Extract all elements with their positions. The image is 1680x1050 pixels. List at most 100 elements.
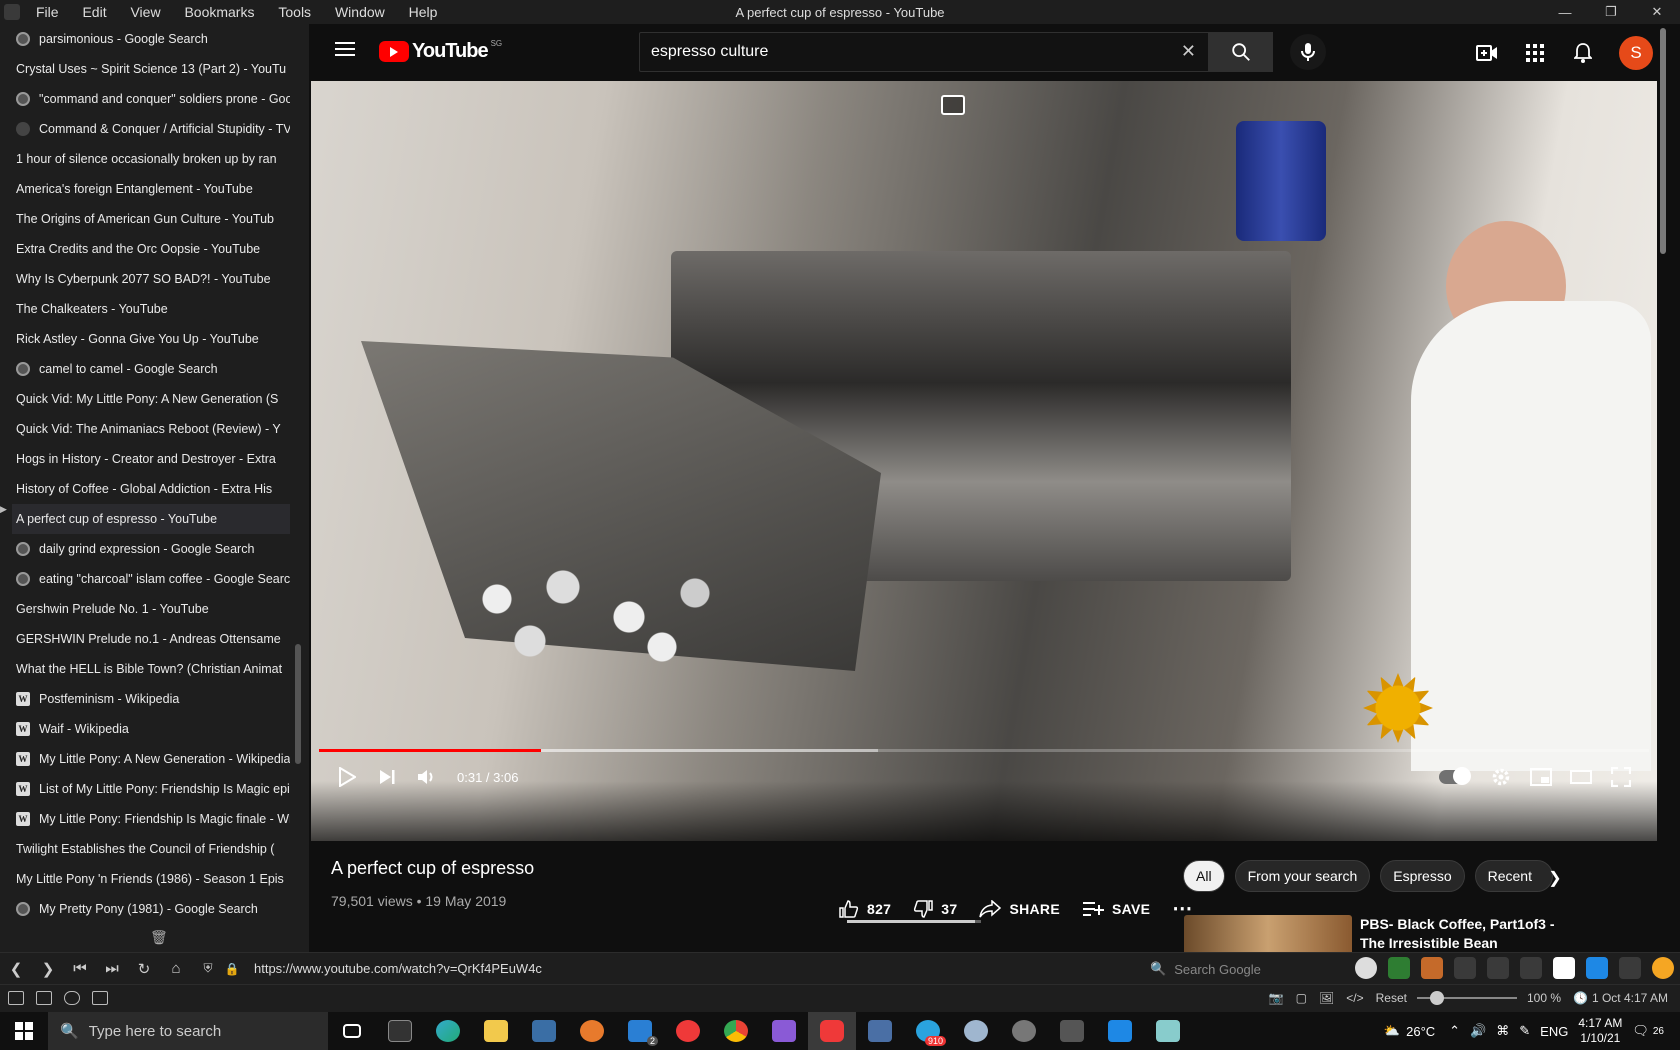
menu-tools[interactable]: Tools xyxy=(278,4,311,20)
fast-forward-icon[interactable]: ⏭ xyxy=(96,960,128,977)
language-indicator[interactable]: ENG xyxy=(1540,1024,1568,1039)
settings-gear-icon[interactable] xyxy=(1000,1012,1048,1050)
restore-icon[interactable]: ❐ xyxy=(1588,0,1634,24)
share-button[interactable]: SHARE xyxy=(979,899,1060,918)
recommended-video[interactable]: PBS- Black Coffee, Part1of3 - The Irresi… xyxy=(1184,915,1570,952)
panel-collapse-icon[interactable]: ▶ xyxy=(0,504,7,515)
history-item[interactable]: 1 hour of silence occasionally broken up… xyxy=(12,144,290,174)
recommended-thumbnail[interactable] xyxy=(1184,915,1352,952)
history-item[interactable]: Rick Astley - Gonna Give You Up - YouTub… xyxy=(12,324,290,354)
mail-icon[interactable]: 2 xyxy=(616,1012,664,1050)
history-item[interactable]: daily grind expression - Google Search xyxy=(12,534,290,564)
clear-search-icon[interactable]: ✕ xyxy=(1181,41,1196,62)
fullscreen-icon[interactable] xyxy=(1601,759,1641,795)
history-item[interactable]: Command & Conquer / Artificial Stupidity… xyxy=(12,114,290,144)
history-item[interactable]: GERSHWIN Prelude no.1 - Andreas Ottensam… xyxy=(12,624,290,654)
page-scrollbar[interactable] xyxy=(1657,24,1669,952)
history-item[interactable]: camel to camel - Google Search xyxy=(12,354,290,384)
app-icon[interactable] xyxy=(520,1012,568,1050)
zoom-reset-button[interactable]: Reset xyxy=(1376,991,1407,1005)
chip-espresso[interactable]: Espresso xyxy=(1380,860,1465,892)
menu-bookmarks[interactable]: Bookmarks xyxy=(184,4,254,20)
vscode-icon[interactable] xyxy=(1096,1012,1144,1050)
window-icon[interactable]: ▢ xyxy=(1296,991,1307,1005)
forward-icon[interactable]: ❯ xyxy=(32,960,64,978)
chip-all[interactable]: All xyxy=(1183,860,1225,892)
autoplay-toggle[interactable] xyxy=(1439,767,1471,785)
vivaldi-icon[interactable] xyxy=(664,1012,712,1050)
pen-icon[interactable]: ✎ xyxy=(1519,1023,1530,1039)
rewind-icon[interactable]: ⏮ xyxy=(64,960,96,977)
back-icon[interactable]: ❮ xyxy=(0,960,32,978)
chip-from-your-search[interactable]: From your search xyxy=(1234,860,1371,892)
profile-icon[interactable] xyxy=(1355,957,1377,979)
menu-help[interactable]: Help xyxy=(409,4,438,20)
url-field[interactable]: https://www.youtube.com/watch?v=QrKf4PEu… xyxy=(254,961,542,976)
history-item[interactable]: Why Is Cyberpunk 2077 SO BAD?! - YouTube xyxy=(12,264,290,294)
notifications-bell-icon[interactable] xyxy=(1559,33,1607,73)
code-icon[interactable]: </> xyxy=(1346,991,1363,1005)
voice-search-button[interactable] xyxy=(1290,34,1326,70)
progress-bar[interactable] xyxy=(319,749,1649,752)
camera-icon[interactable]: 📷 xyxy=(1269,991,1284,1005)
image-icon[interactable]: 🖼 xyxy=(1319,991,1334,1005)
chevron-up-icon[interactable]: ⌃ xyxy=(1449,1023,1460,1039)
history-item[interactable]: Twilight Establishes the Council of Frie… xyxy=(12,834,290,864)
search-input[interactable] xyxy=(640,33,1140,71)
history-item[interactable]: W Postfeminism - Wikipedia xyxy=(12,684,290,714)
menu-file[interactable]: File xyxy=(36,4,59,20)
history-item[interactable]: My Little Pony 'n Friends (1986) - Seaso… xyxy=(12,864,290,894)
chevron-right-icon[interactable]: ❯ xyxy=(1539,862,1571,894)
avatar[interactable]: S xyxy=(1619,35,1653,70)
history-item[interactable]: Crystal Uses ~ Spirit Science 13 (Part 2… xyxy=(12,54,290,84)
history-item[interactable]: "command and conquer" soldiers prone - G… xyxy=(12,84,290,114)
telegram-icon[interactable]: 910 xyxy=(904,1012,952,1050)
menu-view[interactable]: View xyxy=(130,4,160,20)
history-item[interactable]: A perfect cup of espresso - YouTube xyxy=(12,504,290,534)
history-item[interactable]: Quick Vid: The Animaniacs Reboot (Review… xyxy=(12,414,290,444)
extension-icon[interactable] xyxy=(1454,957,1476,979)
play-icon[interactable] xyxy=(327,759,367,795)
vivaldi-active-icon[interactable] xyxy=(808,1012,856,1050)
extension-icon[interactable] xyxy=(1421,957,1443,979)
site-info-shield-icon[interactable]: ⛨ xyxy=(192,961,224,976)
windows-start-icon[interactable] xyxy=(0,1012,48,1050)
theater-mode-icon[interactable] xyxy=(1561,759,1601,795)
like-button[interactable]: 827 xyxy=(839,899,891,919)
task-view-icon[interactable] xyxy=(328,1012,376,1050)
history-item[interactable]: W List of My Little Pony: Friendship Is M… xyxy=(12,774,290,804)
history-item[interactable]: W My Little Pony: A New Generation - Wiki… xyxy=(12,744,290,774)
extension-icon[interactable] xyxy=(1520,957,1542,979)
miniplayer-icon[interactable] xyxy=(1521,759,1561,795)
history-item[interactable]: Gershwin Prelude No. 1 - YouTube xyxy=(12,594,290,624)
home-icon[interactable]: ⌂ xyxy=(160,960,192,977)
visual-studio-icon[interactable] xyxy=(760,1012,808,1050)
video-player[interactable]: 0:31 / 3:06 xyxy=(311,81,1657,841)
file-explorer-icon[interactable] xyxy=(472,1012,520,1050)
youtube-logo[interactable]: YouTube SG xyxy=(379,39,502,63)
history-item[interactable]: parsimonious - Google Search xyxy=(12,24,290,54)
taskbar-search[interactable]: 🔍 Type here to search xyxy=(48,1012,328,1050)
history-item[interactable]: Hogs in History - Creator and Destroyer … xyxy=(12,444,290,474)
dislike-button[interactable]: 37 xyxy=(913,899,957,919)
menu-icon[interactable] xyxy=(335,42,355,56)
zoom-slider[interactable] xyxy=(1416,991,1517,1005)
panel-toggle-icon[interactable] xyxy=(8,991,24,1005)
history-item[interactable]: My Pretty Pony (1981) - Google Search xyxy=(12,894,290,924)
extension-icon[interactable] xyxy=(1652,957,1674,979)
speaker-icon[interactable]: 🔊 xyxy=(1470,1023,1486,1039)
volume-icon[interactable] xyxy=(407,759,447,795)
edge-browser-icon[interactable] xyxy=(424,1012,472,1050)
close-icon[interactable]: ✕ xyxy=(1634,0,1680,24)
history-item[interactable]: The Origins of American Gun Culture - Yo… xyxy=(12,204,290,234)
app-icon[interactable] xyxy=(1144,1012,1192,1050)
weather-icon[interactable]: ⛅ xyxy=(1384,1023,1400,1039)
taskbar-clock[interactable]: 4:17 AM 1/10/21 xyxy=(1578,1016,1622,1046)
search-button[interactable] xyxy=(1209,32,1273,72)
weather-temperature[interactable]: 26°C xyxy=(1406,1024,1435,1039)
paint-icon[interactable] xyxy=(952,1012,1000,1050)
history-item[interactable]: History of Coffee - Global Addiction - E… xyxy=(12,474,290,504)
network-icon[interactable]: ⌘ xyxy=(1496,1023,1509,1039)
menu-edit[interactable]: Edit xyxy=(82,4,106,20)
apps-grid-icon[interactable] xyxy=(1511,33,1559,73)
